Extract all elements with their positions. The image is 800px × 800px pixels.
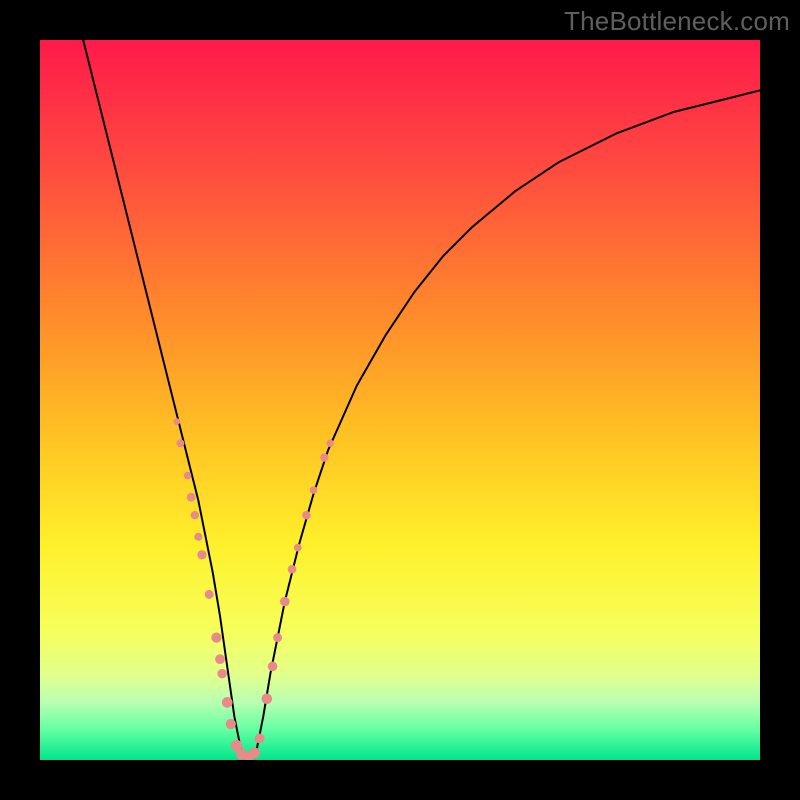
marker-dot [194,533,202,541]
marker-dot [262,694,273,705]
plot-area [40,40,760,760]
marker-dot [249,747,260,758]
watermark-text: TheBottleneck.com [564,6,790,37]
marker-dot [205,590,214,599]
chart-frame: TheBottleneck.com [0,0,800,800]
chart-svg [40,40,760,760]
marker-dot [211,633,221,643]
marker-dot [226,719,236,729]
marker-dot [268,662,278,672]
marker-dot [191,511,199,519]
marker-dot [302,511,311,520]
marker-dot [197,550,206,559]
marker-dot [222,697,233,708]
marker-dot [320,453,328,461]
marker-dot [173,418,180,425]
marker-dot [187,493,196,502]
marker-dot [326,439,333,446]
marker-dot [294,544,302,552]
marker-dot [184,472,192,480]
chart-background [40,40,760,760]
marker-dot [288,565,297,574]
marker-dot [273,633,282,642]
marker-dot [280,597,290,607]
marker-dot [310,486,318,494]
marker-dot [215,654,225,664]
marker-dot [176,439,184,447]
marker-dot [255,733,265,743]
marker-dot [217,669,226,678]
